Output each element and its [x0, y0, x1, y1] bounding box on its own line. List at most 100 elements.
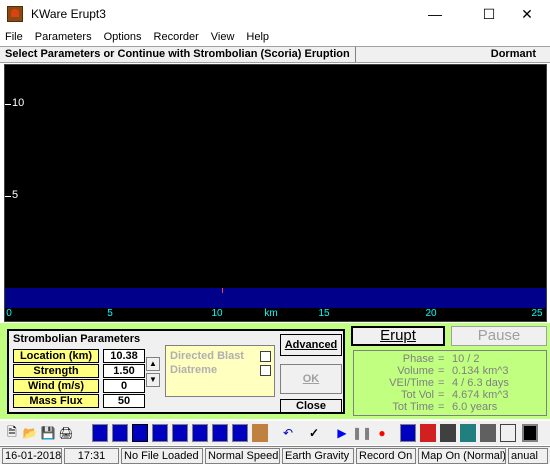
- stat-row: Phase = 10 / 2: [354, 353, 548, 365]
- instruction-bar: Select Parameters or Continue with Strom…: [0, 46, 550, 63]
- divider: [355, 47, 356, 62]
- directed-blast-checkbox[interactable]: [260, 351, 271, 362]
- keyboard-icon[interactable]: [500, 424, 516, 442]
- param-label: Strength: [13, 364, 99, 378]
- param-row-strength: Strength 1.50: [13, 364, 145, 378]
- erupt-button[interactable]: Erupt: [351, 326, 445, 346]
- volcano-5-icon[interactable]: [172, 424, 188, 442]
- film-icon[interactable]: [440, 424, 456, 442]
- stat-value: 4 / 6.3 days: [452, 377, 509, 389]
- display-icon[interactable]: [522, 424, 538, 442]
- eruption-plot[interactable]: 10 5 0 5 10 km 15 20 25: [4, 64, 547, 322]
- eruption-options-box: Directed Blast Diatreme: [165, 345, 275, 397]
- window-title: KWare Erupt3: [31, 7, 106, 21]
- image-icon[interactable]: [460, 424, 476, 442]
- stat-equals: =: [438, 401, 445, 413]
- menu-view[interactable]: View: [211, 31, 235, 43]
- wind-field[interactable]: 0: [103, 379, 145, 393]
- pause-button[interactable]: Pause: [451, 326, 547, 346]
- title-bar: KWare Erupt3 — ☐ ✕: [0, 0, 550, 28]
- menu-options[interactable]: Options: [104, 31, 142, 43]
- directed-blast-label: Directed Blast: [170, 350, 244, 362]
- volcano-7-icon[interactable]: [212, 424, 228, 442]
- x-tick-15: 15: [318, 308, 330, 319]
- stat-value: 4.674 km^3: [452, 389, 509, 401]
- diatreme-checkbox[interactable]: [260, 365, 271, 376]
- menu-parameters[interactable]: Parameters: [35, 31, 92, 43]
- stat-value: 0.134 km^3: [452, 365, 509, 377]
- volcano-6-icon[interactable]: [192, 424, 208, 442]
- undo-icon[interactable]: ↶: [280, 424, 296, 442]
- x-tick-20: 20: [425, 308, 437, 319]
- stat-label: Tot Time: [392, 401, 434, 413]
- y-tick-5: 5: [12, 189, 19, 201]
- param-row-location: Location (km) 10.38: [13, 349, 145, 363]
- toolbar: 🗎 📂 💾 🖨 ↶ ✓ ▶ ❚❚ ●: [0, 421, 550, 445]
- print-icon[interactable]: 🖨: [58, 424, 74, 442]
- ok-button[interactable]: OK: [280, 364, 342, 394]
- param-label: Wind (m/s): [13, 379, 99, 393]
- status-date: 16-01-2018: [2, 448, 62, 464]
- play-icon[interactable]: ▶: [334, 424, 350, 442]
- stat-equals: =: [438, 365, 445, 377]
- param-row-mass-flux: Mass Flux 50: [13, 394, 145, 408]
- param-row-wind: Wind (m/s) 0: [13, 379, 145, 393]
- x-tick-25: 25: [531, 308, 543, 319]
- minimize-icon[interactable]: —: [412, 0, 458, 28]
- x-axis-unit: km: [264, 308, 278, 319]
- mass-flux-field[interactable]: 50: [103, 394, 145, 408]
- menu-recorder[interactable]: Recorder: [154, 31, 199, 43]
- param-label: Location (km): [13, 349, 99, 363]
- volcano-8-icon[interactable]: [232, 424, 248, 442]
- status-speed: Normal Speed: [205, 448, 280, 464]
- instruction-message: Select Parameters or Continue with Strom…: [5, 48, 350, 60]
- stat-equals: =: [438, 377, 445, 389]
- volcano-1-icon[interactable]: [92, 424, 108, 442]
- open-icon[interactable]: 📂: [22, 424, 38, 442]
- check-icon[interactable]: ✓: [306, 424, 322, 442]
- status-time: 17:31: [64, 448, 119, 464]
- stat-value: 10 / 2: [452, 353, 480, 365]
- volcano-2-icon[interactable]: [112, 424, 128, 442]
- x-axis: 0 5 10 km 15 20 25: [5, 308, 546, 321]
- status-file: No File Loaded: [121, 448, 203, 464]
- close-button[interactable]: Close: [280, 399, 342, 413]
- save-icon[interactable]: 💾: [40, 424, 56, 442]
- x-tick-0: 0: [6, 308, 12, 319]
- fire-icon[interactable]: [420, 424, 436, 442]
- location-field[interactable]: 10.38: [103, 349, 145, 363]
- parameters-title: Strombolian Parameters: [13, 333, 141, 345]
- status-manual: anual: [508, 448, 548, 464]
- strength-field[interactable]: 1.50: [103, 364, 145, 378]
- monitor-icon[interactable]: [400, 424, 416, 442]
- y-tick-10: 10: [12, 97, 25, 109]
- advanced-button[interactable]: Advanced: [280, 334, 342, 356]
- photo-icon[interactable]: [480, 424, 496, 442]
- jar-icon[interactable]: [252, 424, 268, 442]
- menu-help[interactable]: Help: [246, 31, 269, 43]
- stat-label: VEI/Time: [389, 377, 434, 389]
- stat-row: VEI/Time = 4 / 6.3 days: [354, 377, 548, 389]
- record-icon[interactable]: ●: [374, 424, 390, 442]
- spin-up-icon[interactable]: ▲: [146, 357, 160, 371]
- pause-icon[interactable]: ❚❚: [352, 424, 372, 442]
- status-bar: 16-01-2018 17:31 No File Loaded Normal S…: [0, 446, 550, 464]
- close-icon[interactable]: ✕: [504, 0, 550, 28]
- x-tick-5: 5: [107, 308, 113, 319]
- parameters-box: Strombolian Parameters Location (km) 10.…: [7, 329, 345, 414]
- menu-file[interactable]: File: [5, 31, 23, 43]
- ground-surface: [5, 288, 546, 308]
- stat-row: Tot Vol = 4.674 km^3: [354, 389, 548, 401]
- diatreme-label: Diatreme: [170, 364, 218, 376]
- vent-marker: [222, 288, 223, 293]
- eruption-stats: Phase = 10 / 2 Volume = 0.134 km^3 VEI/T…: [353, 350, 547, 416]
- stat-equals: =: [438, 353, 445, 365]
- volcano-3-icon[interactable]: [132, 424, 148, 442]
- new-icon[interactable]: 🗎: [4, 424, 20, 442]
- spin-down-icon[interactable]: ▼: [146, 373, 160, 387]
- y-tick-mark-10: [5, 104, 11, 105]
- app-volcano-icon: [7, 6, 23, 22]
- stat-value: 6.0 years: [452, 401, 498, 413]
- volcano-4-icon[interactable]: [152, 424, 168, 442]
- y-tick-mark-5: [5, 196, 11, 197]
